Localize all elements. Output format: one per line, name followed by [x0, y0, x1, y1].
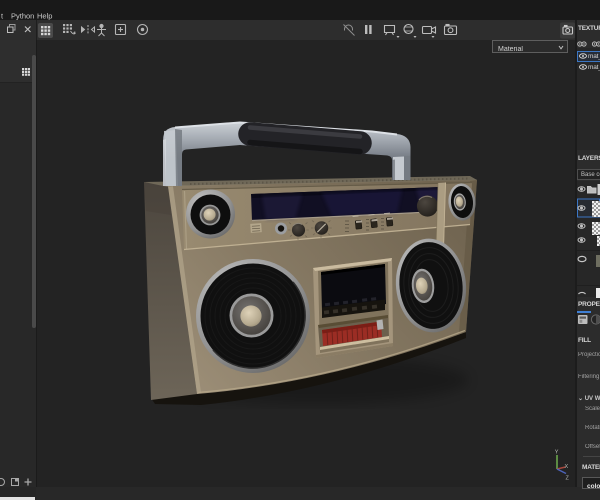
svg-text:Y: Y: [555, 450, 559, 456]
svg-text:X: X: [565, 464, 569, 470]
svg-text:Z: Z: [566, 476, 570, 482]
